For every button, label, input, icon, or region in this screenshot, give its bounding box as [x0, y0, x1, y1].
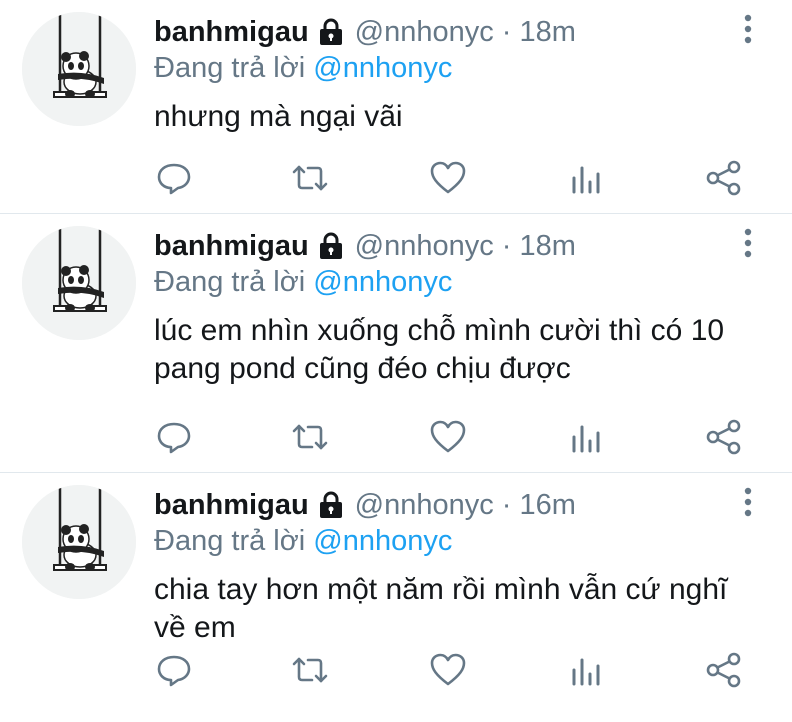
lock-icon	[317, 232, 345, 260]
retweet-icon[interactable]	[290, 417, 330, 457]
panda-swing-avatar-image	[22, 226, 136, 340]
avatar[interactable]	[22, 485, 136, 599]
replying-to-label: Đang trả lời	[154, 525, 306, 557]
heart-icon[interactable]	[428, 650, 468, 690]
tweet-actions	[0, 417, 792, 457]
separator-dot: ·	[501, 488, 512, 521]
more-vertical-icon[interactable]	[738, 487, 758, 517]
replying-to: Đang trả lời @nnhonyc	[154, 525, 452, 558]
lock-icon	[317, 491, 345, 519]
more-vertical-icon[interactable]	[738, 14, 758, 44]
tweet-header: banhmigau @nnhonyc · 16m	[154, 487, 576, 523]
analytics-icon[interactable]	[566, 158, 606, 198]
panda-swing-avatar-image	[22, 485, 136, 599]
display-name[interactable]: banhmigau	[154, 16, 309, 49]
analytics-icon[interactable]	[566, 417, 606, 457]
tweet-actions	[0, 650, 792, 690]
heart-icon[interactable]	[428, 417, 468, 457]
analytics-icon[interactable]	[566, 650, 606, 690]
reply-mention-link[interactable]: @nnhonyc	[313, 266, 452, 298]
replying-to: Đang trả lời @nnhonyc	[154, 266, 452, 299]
timestamp[interactable]: 16m	[519, 489, 575, 522]
panda-swing-avatar-image	[22, 12, 136, 126]
tweet-actions	[0, 158, 792, 198]
display-name[interactable]: banhmigau	[154, 230, 309, 263]
tweet[interactable]: banhmigau @nnhonyc · 16m Đang trả lời @n…	[0, 473, 792, 722]
tweet-header: banhmigau @nnhonyc · 18m	[154, 14, 576, 50]
avatar[interactable]	[22, 12, 136, 126]
user-handle[interactable]: @nnhonyc	[355, 489, 494, 522]
share-icon[interactable]	[704, 417, 744, 457]
tweet-text: nhưng mà ngại vãi	[154, 100, 403, 133]
reply-icon[interactable]	[154, 650, 194, 690]
tweet-text: lúc em nhìn xuống chỗ mình cười thì có 1…	[154, 314, 725, 385]
share-icon[interactable]	[704, 650, 744, 690]
tweet[interactable]: banhmigau @nnhonyc · 18m Đang trả lời @n…	[0, 0, 792, 214]
avatar[interactable]	[22, 226, 136, 340]
retweet-icon[interactable]	[290, 650, 330, 690]
heart-icon[interactable]	[428, 158, 468, 198]
reply-icon[interactable]	[154, 417, 194, 457]
reply-mention-link[interactable]: @nnhonyc	[313, 525, 452, 557]
separator-dot: ·	[501, 229, 512, 262]
tweet[interactable]: banhmigau @nnhonyc · 18m Đang trả lời @n…	[0, 214, 792, 473]
more-vertical-icon[interactable]	[738, 228, 758, 258]
share-icon[interactable]	[704, 158, 744, 198]
retweet-icon[interactable]	[290, 158, 330, 198]
lock-icon	[317, 18, 345, 46]
timestamp[interactable]: 18m	[519, 16, 575, 49]
separator-dot: ·	[501, 15, 512, 48]
replying-to: Đang trả lời @nnhonyc	[154, 52, 452, 85]
replying-to-label: Đang trả lời	[154, 266, 306, 298]
user-handle[interactable]: @nnhonyc	[355, 16, 494, 49]
tweet-header: banhmigau @nnhonyc · 18m	[154, 228, 576, 264]
reply-mention-link[interactable]: @nnhonyc	[313, 52, 452, 84]
reply-icon[interactable]	[154, 158, 194, 198]
timestamp[interactable]: 18m	[519, 230, 575, 263]
user-handle[interactable]: @nnhonyc	[355, 230, 494, 263]
tweet-text: chia tay hơn một năm rồi mình vẫn cứ ngh…	[154, 573, 728, 644]
display-name[interactable]: banhmigau	[154, 489, 309, 522]
replying-to-label: Đang trả lời	[154, 52, 306, 84]
